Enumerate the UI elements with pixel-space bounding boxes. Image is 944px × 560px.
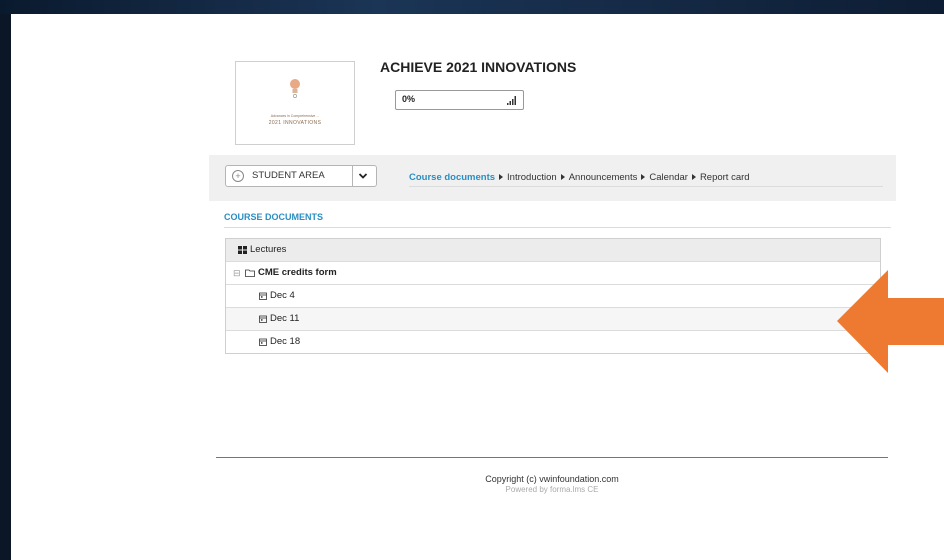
tree-item-row[interactable]: Dec 11 <box>226 308 880 331</box>
item-label[interactable]: Dec 18 <box>270 336 300 347</box>
course-navbar: + STUDENT AREA Course documents Introduct… <box>209 155 896 201</box>
tree-folder-row[interactable]: ⊟ CME credits form <box>226 262 880 285</box>
section-title: COURSE DOCUMENTS <box>224 212 324 222</box>
tree-item-row[interactable]: Dec 4 <box>226 285 880 308</box>
item-label[interactable]: Dec 4 <box>270 290 295 301</box>
caret-right-icon <box>691 173 696 180</box>
footer-divider <box>216 457 888 458</box>
progress-indicator: 0% <box>395 90 524 110</box>
copyright-text: Copyright (c) vwinfoundation.com <box>485 474 619 484</box>
calendar-icon <box>259 315 267 323</box>
chevron-down-icon[interactable] <box>358 171 368 181</box>
caret-right-icon <box>499 173 504 180</box>
section-divider <box>224 227 891 228</box>
page-title: ACHIEVE 2021 INNOVATIONS <box>380 59 577 75</box>
progress-value: 0% <box>402 94 416 104</box>
breadcrumb: Course documents Introduction Announcement… <box>409 172 750 183</box>
crumb-introduction[interactable]: Introduction <box>507 172 557 183</box>
lightbulb-icon <box>290 79 300 98</box>
top-banner <box>0 0 944 14</box>
calendar-icon <box>259 292 267 300</box>
logo-tagline: Advances in Comprehensive ... <box>270 114 320 118</box>
crumb-report-card[interactable]: Report card <box>700 172 750 183</box>
pointer-arrow-icon <box>837 270 944 373</box>
grid-icon <box>238 246 247 254</box>
student-area-label: STUDENT AREA <box>252 170 325 181</box>
logo-subtitle: 2021 INNOVATIONS <box>268 120 322 126</box>
student-area-select[interactable]: + STUDENT AREA <box>225 165 377 187</box>
caret-right-icon <box>641 173 646 180</box>
tree-root-lectures[interactable]: Lectures <box>226 239 880 262</box>
course-logo: Advances in Comprehensive ... 2021 INNOV… <box>235 61 355 145</box>
signal-bars-icon <box>507 96 516 105</box>
crumb-calendar[interactable]: Calendar <box>649 172 688 183</box>
page-container: Advances in Comprehensive ... 2021 INNOV… <box>11 14 944 560</box>
folder-label: CME credits form <box>258 267 337 278</box>
breadcrumb-underline <box>409 186 883 187</box>
documents-tree: Lectures ⊟ CME credits form Dec 4 Dec 11 <box>225 238 881 354</box>
select-divider <box>352 166 353 186</box>
crumb-course-documents[interactable]: Course documents <box>409 172 495 183</box>
crumb-announcements[interactable]: Announcements <box>569 172 638 183</box>
plus-circle-icon: + <box>232 170 244 182</box>
tree-item-row[interactable]: Dec 18 <box>226 331 880 353</box>
folder-icon <box>245 269 255 277</box>
powered-by-text: Powered by forma.lms CE <box>505 485 599 494</box>
item-label[interactable]: Dec 11 <box>270 313 299 324</box>
caret-right-icon <box>560 173 565 180</box>
calendar-icon <box>259 338 267 346</box>
tree-root-label: Lectures <box>250 244 287 255</box>
collapse-minus-icon[interactable]: ⊟ <box>233 268 241 279</box>
